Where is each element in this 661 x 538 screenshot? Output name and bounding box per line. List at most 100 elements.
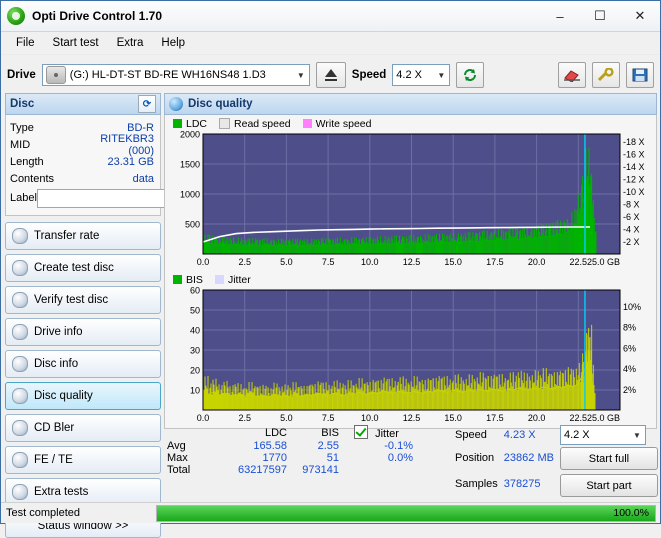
chevron-down-icon: ▼: [632, 430, 641, 440]
disc-quality-icon: [169, 97, 183, 111]
refresh-drive-button[interactable]: [456, 62, 485, 88]
svg-text:15.0: 15.0: [444, 413, 462, 423]
stats-max-jitter: 0.0%: [387, 452, 413, 464]
nav-list: Transfer rate Create test disc Verify te…: [5, 222, 161, 506]
menu-item-start-test[interactable]: Start test: [44, 35, 108, 51]
svg-text:60: 60: [190, 286, 200, 296]
disc-panel-title: Disc: [10, 98, 35, 110]
svg-text:1500: 1500: [180, 160, 200, 170]
nav-item-verify-test-disc[interactable]: Verify test disc: [5, 286, 161, 314]
menu-item-help[interactable]: Help: [152, 35, 194, 51]
svg-text:15.0: 15.0: [444, 257, 462, 267]
eject-icon: [324, 69, 337, 81]
svg-text:20: 20: [190, 366, 200, 376]
maximize-button[interactable]: ☐: [580, 2, 620, 31]
drive-toolbar: Drive (G:) HL-DT-ST BD-RE WH16NS48 1.D3 …: [1, 55, 660, 95]
stats-area: LDC BIS Jitter Avg 165.58 2.55 -0.1% Max…: [164, 425, 658, 497]
bullet-icon: [12, 420, 28, 436]
erase-button[interactable]: [558, 62, 586, 88]
charts-container: LDC Read speed Write speed 500 1000 1500 20…: [164, 115, 657, 429]
svg-text:22.5: 22.5: [570, 413, 588, 423]
start-full-button[interactable]: Start full: [559, 447, 658, 470]
svg-text:12.5: 12.5: [403, 413, 421, 423]
minimize-button[interactable]: –: [540, 2, 580, 31]
run-info-table: Speed 4.23 X 4.2 X ▼ Position 23862 MB S…: [452, 425, 661, 497]
svg-text:2%: 2%: [623, 385, 636, 395]
save-button[interactable]: [626, 62, 654, 88]
speed-info-value: 4.23 X: [503, 429, 536, 441]
nav-item-disc-quality[interactable]: Disc quality: [5, 382, 161, 410]
disc-key-length: Length: [10, 155, 44, 168]
close-button[interactable]: ✕: [620, 2, 660, 31]
speed-select[interactable]: 4.2 X ▼: [392, 64, 451, 86]
tools-button[interactable]: [592, 62, 620, 88]
svg-text:6%: 6%: [623, 343, 636, 353]
samples-label: Samples: [455, 478, 498, 490]
speed-select-bottom[interactable]: 4.2 X ▼: [559, 425, 646, 445]
position-label: Position: [455, 452, 495, 464]
svg-text:50: 50: [190, 306, 200, 316]
legend-label-bis: BIS: [186, 273, 203, 286]
nav-item-create-test-disc[interactable]: Create test disc: [5, 254, 161, 282]
bullet-icon: [12, 228, 28, 244]
svg-text:25.0 GB: 25.0 GB: [587, 413, 620, 423]
nav-label: Extra tests: [34, 486, 89, 498]
svg-text:500: 500: [185, 220, 200, 230]
progress-bar: 100.0%: [156, 504, 656, 522]
disc-row-length: Length 23.31 GB: [10, 153, 156, 170]
disc-value-mid: RITEKBR3 (000): [100, 132, 154, 157]
stats-max-ldc: 1770: [262, 452, 287, 464]
nav-item-cd-bler[interactable]: CD Bler: [5, 414, 161, 442]
title-bar: Opti Drive Control 1.70 – ☐ ✕: [1, 1, 660, 32]
jitter-checkbox[interactable]: [354, 425, 368, 439]
eject-button[interactable]: [315, 62, 346, 88]
app-icon: [7, 7, 25, 25]
menu-item-file[interactable]: File: [7, 35, 44, 51]
chevron-down-icon: ▼: [296, 70, 305, 80]
bullet-icon: [12, 292, 28, 308]
drive-select[interactable]: (G:) HL-DT-ST BD-RE WH16NS48 1.D3 ▼: [41, 64, 310, 86]
bullet-icon: [12, 356, 28, 372]
refresh-icon: [464, 69, 477, 81]
svg-text:-8 X: -8 X: [623, 200, 640, 210]
svg-text:0.0: 0.0: [197, 257, 210, 267]
stats-row-avg-name: Avg: [167, 440, 186, 452]
legend-label-write-speed: Write speed: [315, 117, 372, 130]
svg-text:2.5: 2.5: [238, 257, 251, 267]
legend-swatch-bis: [173, 275, 182, 284]
disc-value-length: 23.31 GB: [107, 155, 154, 168]
disc-panel-header: Disc ⟳: [5, 93, 161, 115]
legend-label-read-speed: Read speed: [234, 117, 291, 130]
refresh-disc-icon[interactable]: ⟳: [138, 95, 156, 113]
status-text: Test completed: [6, 507, 80, 519]
stats-total-bis: 973141: [302, 464, 339, 476]
drive-label: Drive: [7, 69, 36, 81]
run-controls: Speed 4.23 X 4.2 X ▼ Position 23862 MB S…: [452, 425, 658, 497]
svg-text:-12 X: -12 X: [623, 175, 645, 185]
nav-item-disc-info[interactable]: Disc info: [5, 350, 161, 378]
menu-item-extra[interactable]: Extra: [108, 35, 153, 51]
nav-item-fe-te[interactable]: FE / TE: [5, 446, 161, 474]
svg-text:7.5: 7.5: [322, 413, 335, 423]
nav-label: Create test disc: [34, 262, 114, 274]
chevron-down-icon: ▼: [437, 70, 446, 80]
nav-item-drive-info[interactable]: Drive info: [5, 318, 161, 346]
bis-chart: 10 20 30 40 50 60 0.0 2.5 5.0 7.5 10.0 12.5 15.0 17.5…: [190, 286, 641, 423]
svg-text:-10 X: -10 X: [623, 187, 645, 197]
wrench-icon: [597, 68, 614, 82]
stats-row-total-name: Total: [167, 464, 191, 476]
app-window: Opti Drive Control 1.70 – ☐ ✕ File Start…: [0, 0, 661, 538]
svg-text:25.0 GB: 25.0 GB: [587, 257, 620, 267]
stats-avg-bis: 2.55: [317, 440, 339, 452]
svg-text:2000: 2000: [180, 130, 200, 140]
stats-header-bis: BIS: [321, 426, 339, 439]
svg-text:5.0: 5.0: [280, 257, 293, 267]
svg-text:17.5: 17.5: [486, 413, 504, 423]
stats-table: LDC BIS Jitter Avg 165.58 2.55 -0.1% Max…: [164, 425, 427, 476]
stats-avg-jitter: -0.1%: [384, 440, 413, 452]
bullet-icon: [12, 452, 28, 468]
speed-select-bottom-value: 4.2 X: [563, 429, 590, 441]
nav-item-transfer-rate[interactable]: Transfer rate: [5, 222, 161, 250]
start-part-button[interactable]: Start part: [559, 474, 658, 497]
position-value: 23862 MB: [503, 452, 554, 464]
